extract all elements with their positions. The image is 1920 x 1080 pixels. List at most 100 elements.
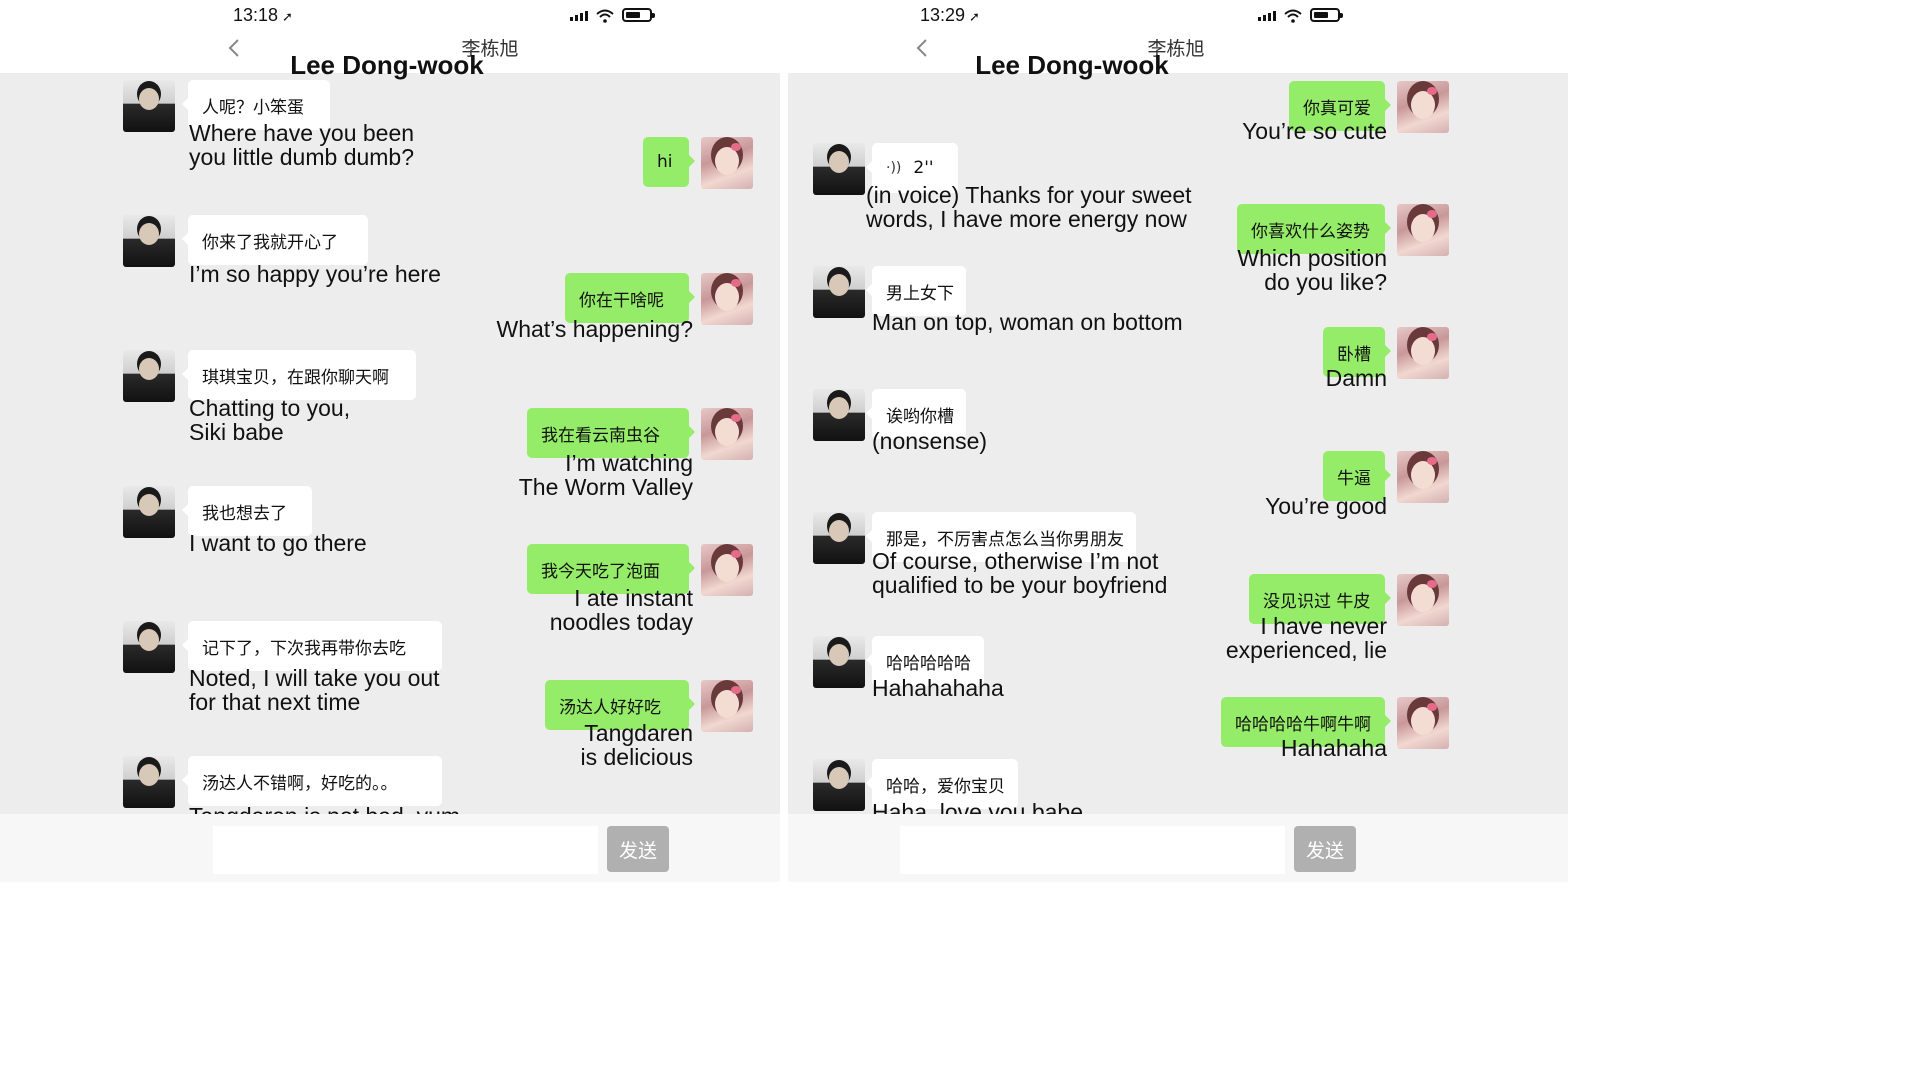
translation-caption: You’re good — [1265, 493, 1387, 519]
location-arrow-icon: ➚ — [282, 9, 293, 24]
message-text: 人呢？小笨蛋 — [202, 97, 304, 118]
translation-caption: Tangdaren is delicious — [580, 720, 694, 770]
chat-screen-right: 13:29 ➚ 李栋旭 Lee Dong-wook 你真可爱 You’re so cute… — [788, 0, 1568, 882]
message-text: 你在干啥呢 — [579, 290, 664, 311]
contact-avatar[interactable] — [123, 756, 175, 808]
message-text: 哈哈，爱你宝贝 — [886, 776, 1005, 797]
my-avatar[interactable] — [1397, 451, 1449, 503]
message-text: 诶哟你槽 — [886, 406, 954, 427]
my-avatar[interactable] — [1397, 574, 1449, 626]
chat-header: 李栋旭 Lee Dong-wook — [0, 30, 780, 80]
message-text: 记下了，下次我再带你去吃 — [202, 638, 406, 659]
status-icons — [1258, 8, 1343, 23]
status-icons — [570, 8, 655, 23]
my-avatar[interactable] — [1397, 697, 1449, 749]
battery-icon — [622, 8, 655, 22]
battery-icon — [1310, 8, 1343, 22]
location-arrow-icon: ➚ — [969, 9, 980, 24]
translation-caption: Damn — [1325, 365, 1387, 391]
my-avatar[interactable] — [701, 273, 753, 325]
contact-avatar[interactable] — [123, 350, 175, 402]
incoming-message-bubble[interactable]: 我也想去了 — [182, 486, 312, 536]
message-text: 男上女下 — [886, 283, 954, 304]
incoming-message-bubble[interactable]: 你来了我就开心了 — [182, 215, 368, 265]
contact-avatar[interactable] — [123, 486, 175, 538]
message-text: 汤达人不错啊，好吃的。。 — [202, 773, 398, 794]
contact-avatar[interactable] — [813, 266, 865, 318]
divider — [780, 0, 788, 882]
message-text: 2'' — [913, 158, 934, 178]
status-time-text: 13:29 — [920, 5, 966, 25]
status-time-text: 13:18 — [233, 5, 279, 25]
wifi-icon — [596, 8, 614, 23]
contact-avatar[interactable] — [813, 636, 865, 688]
translation-caption: What’s happening? — [496, 316, 694, 342]
message-text: 我在看云南虫谷 — [541, 425, 660, 446]
contact-avatar[interactable] — [813, 512, 865, 564]
wifi-icon — [1284, 8, 1302, 23]
translation-caption: Noted, I will take you out for that next… — [189, 665, 440, 715]
message-text: 你喜欢什么姿势 — [1251, 221, 1370, 242]
contact-avatar[interactable] — [813, 389, 865, 441]
message-input[interactable] — [900, 826, 1285, 874]
message-text: 琪琪宝贝，在跟你聊天啊 — [202, 367, 389, 388]
message-text: 哈哈哈哈牛啊牛啊 — [1235, 714, 1371, 735]
send-button[interactable]: 发送 — [1294, 826, 1356, 872]
incoming-message-bubble[interactable]: 汤达人不错啊，好吃的。。 — [182, 756, 442, 806]
my-avatar[interactable] — [1397, 327, 1449, 379]
contact-avatar[interactable] — [123, 80, 175, 132]
message-text: 那是，不厉害点怎么当你男朋友 — [886, 529, 1124, 550]
translation-caption: Of course, otherwise I’m not qualified t… — [872, 548, 1168, 598]
status-time: 13:18 ➚ — [233, 5, 293, 26]
my-avatar[interactable] — [701, 408, 753, 460]
message-text: 你来了我就开心了 — [202, 232, 338, 253]
message-text: 卧槽 — [1337, 344, 1371, 365]
translation-caption: Man on top, woman on bottom — [872, 309, 1183, 335]
input-bar: 发送 — [788, 814, 1568, 882]
contact-name-english: Lee Dong-wook — [290, 50, 484, 80]
my-avatar[interactable] — [1397, 81, 1449, 133]
contact-name-english: Lee Dong-wook — [975, 50, 1169, 80]
translation-caption: Hahahahaha — [872, 675, 1004, 701]
signal-icon — [1258, 9, 1276, 21]
message-text: 我也想去了 — [202, 503, 287, 524]
send-button[interactable]: 发送 — [607, 826, 669, 872]
my-avatar[interactable] — [701, 680, 753, 732]
translation-caption: Chatting to you, Siki babe — [189, 395, 351, 445]
translation-caption: (nonsense) — [872, 428, 988, 454]
translation-caption: (in voice) Thanks for your sweet words, … — [866, 182, 1192, 232]
translation-caption: Where have you been you little dumb dumb… — [189, 120, 415, 170]
contact-avatar[interactable] — [123, 215, 175, 267]
outgoing-message-bubble[interactable]: hi — [643, 137, 695, 187]
translation-caption: I’m watching The Worm Valley — [518, 450, 693, 500]
translation-caption: Which position do you like? — [1237, 245, 1387, 295]
translation-caption: I have never experienced, lie — [1225, 613, 1387, 663]
message-text: 你真可爱 — [1303, 98, 1371, 119]
incoming-message-bubble[interactable]: 记下了，下次我再带你去吃 — [182, 621, 442, 671]
contact-avatar[interactable] — [813, 143, 865, 195]
voice-icon: ·)) — [886, 160, 902, 176]
contact-avatar[interactable] — [123, 621, 175, 673]
signal-icon — [570, 9, 588, 21]
translation-caption: I’m so happy you’re here — [189, 261, 441, 287]
status-time: 13:29 ➚ — [920, 5, 980, 26]
incoming-message-bubble[interactable]: 琪琪宝贝，在跟你聊天啊 — [182, 350, 416, 400]
message-text: 汤达人好好吃 — [559, 697, 661, 718]
input-bar: 发送 — [0, 814, 780, 882]
message-text: 哈哈哈哈哈 — [886, 653, 971, 674]
status-bar: 13:29 ➚ — [788, 0, 1568, 30]
message-input[interactable] — [213, 826, 598, 874]
my-avatar[interactable] — [701, 137, 753, 189]
translation-caption: You’re so cute — [1242, 118, 1387, 144]
my-avatar[interactable] — [701, 544, 753, 596]
status-bar: 13:18 ➚ — [0, 0, 780, 30]
translation-caption: Hahahaha — [1280, 735, 1387, 761]
message-text: hi — [657, 152, 673, 172]
my-avatar[interactable] — [1397, 204, 1449, 256]
chat-header: 李栋旭 Lee Dong-wook — [788, 30, 1568, 80]
translation-caption: I want to go there — [189, 530, 367, 556]
contact-avatar[interactable] — [813, 759, 865, 811]
chat-screen-left: 13:18 ➚ 李栋旭 Lee Dong-wook 人呢？小笨蛋 Where have y… — [0, 0, 780, 882]
translation-caption: I ate instant noodles today — [549, 585, 693, 635]
message-text: 我今天吃了泡面 — [541, 561, 660, 582]
